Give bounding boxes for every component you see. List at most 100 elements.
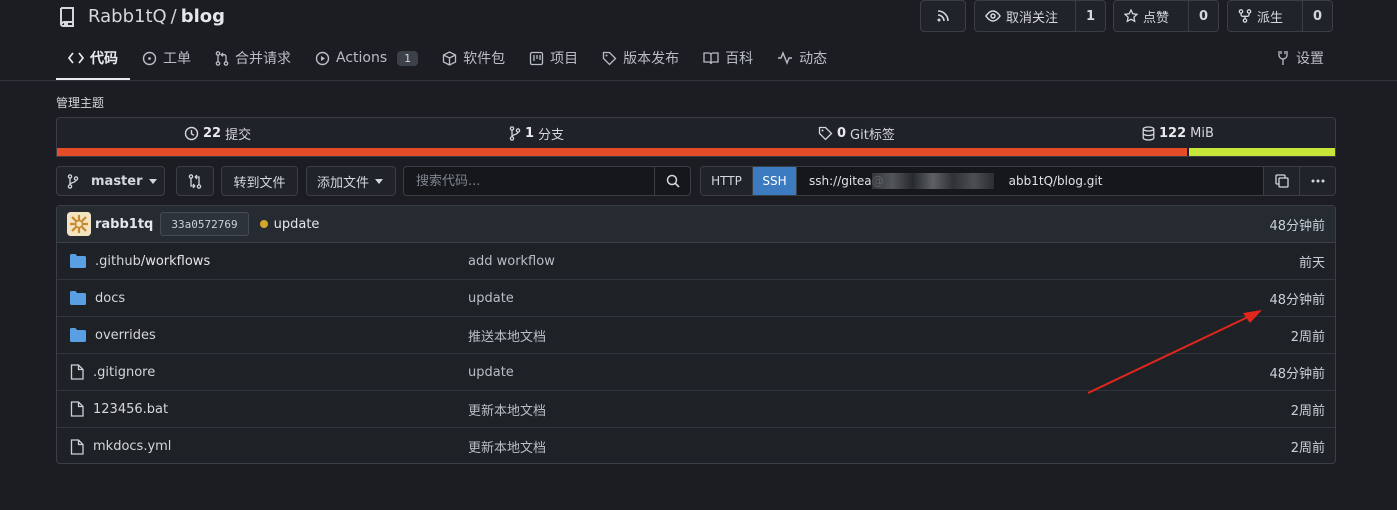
clone-url-field[interactable]: ssh://gitea@ abb1tQ/blog.git xyxy=(797,167,1263,195)
file-name-link[interactable]: .gitignore xyxy=(93,365,155,380)
file-name-link[interactable]: mkdocs.yml xyxy=(93,439,171,454)
fork-label: 派生 xyxy=(1257,10,1284,26)
file-commit-message[interactable]: update xyxy=(468,291,514,306)
tab-issues[interactable]: 工单 xyxy=(130,38,203,78)
kebab-horizontal-icon xyxy=(1311,179,1325,183)
search-input[interactable] xyxy=(404,167,654,195)
compare-button[interactable] xyxy=(176,166,214,196)
file-row[interactable]: .gitignore update 48分钟前 xyxy=(57,354,1335,391)
tab-label: 动态 xyxy=(799,51,828,67)
package-icon xyxy=(442,50,457,66)
commit-sha-button[interactable]: 33a0572769 xyxy=(160,212,249,236)
code-search xyxy=(403,166,691,196)
tab-wiki[interactable]: 百科 xyxy=(691,38,765,78)
file-commit-message[interactable]: 推送本地文档 xyxy=(468,326,546,345)
repo-icon xyxy=(58,5,78,27)
file-table: rabb1tq 33a0572769 update 48分钟前 .github/… xyxy=(56,205,1336,464)
file-row[interactable]: .github/workflows add workflow 前天 xyxy=(57,243,1335,280)
folder-icon xyxy=(70,254,86,268)
copy-url-button[interactable] xyxy=(1263,167,1299,195)
clone-url-suffix: abb1tQ/blog.git xyxy=(1008,174,1103,188)
tab-label: 版本发布 xyxy=(623,51,680,67)
redacted-host xyxy=(872,173,994,189)
repo-owner-link[interactable]: Rabb1tQ xyxy=(88,6,167,27)
unwatch-button[interactable]: 取消关注 1 xyxy=(974,0,1106,32)
tab-projects[interactable]: 项目 xyxy=(517,38,590,78)
more-options-button[interactable] xyxy=(1299,167,1335,195)
file-commit-time: 2周前 xyxy=(1290,403,1325,419)
size-value: 122 xyxy=(1159,126,1187,141)
language-segment-primary[interactable] xyxy=(57,148,1188,156)
language-bar[interactable] xyxy=(57,148,1335,156)
tab-packages[interactable]: 软件包 xyxy=(430,38,517,78)
pull-request-icon xyxy=(215,50,229,66)
repo-header: Rabb1tQ / blog 取消关注 1 点赞 0 派生 0 代码 工单 合并… xyxy=(0,0,1397,81)
file-commit-message[interactable]: 更新本地文档 xyxy=(468,437,546,456)
ssh-tab[interactable]: SSH xyxy=(753,167,797,195)
book-icon xyxy=(703,51,719,65)
tags-stat[interactable]: 0 Git标签 xyxy=(818,118,895,149)
tag-icon xyxy=(818,126,833,141)
tab-releases[interactable]: 版本发布 xyxy=(590,38,691,78)
tab-label: 合并请求 xyxy=(235,51,291,67)
repo-name-link[interactable]: blog xyxy=(181,6,225,27)
file-commit-time: 前天 xyxy=(1298,255,1325,271)
watch-count[interactable]: 1 xyxy=(1075,1,1105,31)
clone-url-panel: HTTP SSH ssh://gitea@ abb1tQ/blog.git xyxy=(700,166,1336,196)
branches-label: 分支 xyxy=(538,128,565,143)
commit-status-icon[interactable] xyxy=(259,220,268,228)
file-commit-message[interactable]: add workflow xyxy=(468,254,555,269)
rss-icon xyxy=(936,9,950,23)
search-button[interactable] xyxy=(654,167,690,195)
file-row[interactable]: docs update 48分钟前 xyxy=(57,280,1335,317)
manage-topics-link[interactable]: 管理主题 xyxy=(56,94,104,111)
tab-label: 百科 xyxy=(725,51,754,67)
goto-file-button[interactable]: 转到文件 xyxy=(221,166,298,196)
tab-pull-requests[interactable]: 合并请求 xyxy=(203,38,303,78)
commit-author[interactable]: rabb1tq xyxy=(95,217,153,232)
star-count[interactable]: 0 xyxy=(1188,1,1218,31)
file-name-link[interactable]: overrides xyxy=(95,328,156,343)
tab-settings[interactable]: 设置 xyxy=(1276,38,1324,78)
tab-code[interactable]: 代码 xyxy=(56,38,130,80)
actions-icon xyxy=(315,51,330,66)
tab-label: 工单 xyxy=(163,51,191,67)
file-name-link[interactable]: docs xyxy=(95,291,125,306)
file-row[interactable]: 123456.bat 更新本地文档 2周前 xyxy=(57,391,1335,428)
file-commit-message[interactable]: update xyxy=(468,365,514,380)
commits-stat[interactable]: 22 提交 xyxy=(184,118,251,149)
size-stat: 122 MiB xyxy=(1142,118,1214,149)
pulse-icon xyxy=(777,51,793,65)
repo-title: Rabb1tQ / blog xyxy=(58,5,225,27)
file-row[interactable]: overrides 推送本地文档 2周前 xyxy=(57,317,1335,354)
commit-time: 48分钟前 xyxy=(1269,218,1325,234)
copy-icon xyxy=(1274,174,1289,188)
file-commit-time: 48分钟前 xyxy=(1269,292,1325,308)
star-button[interactable]: 点赞 0 xyxy=(1113,0,1219,32)
branch-selector[interactable]: master xyxy=(56,166,165,196)
tags-label: Git标签 xyxy=(850,128,895,143)
fork-icon xyxy=(1238,9,1252,23)
folder-icon xyxy=(70,328,86,342)
commit-message[interactable]: update xyxy=(274,217,320,232)
rss-button[interactable] xyxy=(920,0,966,32)
tab-actions[interactable]: Actions 1 xyxy=(303,38,430,78)
tab-activity[interactable]: 动态 xyxy=(765,38,839,78)
add-file-dropdown[interactable]: 添加文件 xyxy=(306,166,396,196)
file-name-link[interactable]: .github/workflows xyxy=(95,254,210,269)
avatar[interactable] xyxy=(67,212,91,236)
tab-label: 代码 xyxy=(90,51,118,67)
file-name-link[interactable]: 123456.bat xyxy=(93,402,168,417)
search-icon xyxy=(666,174,680,188)
database-icon xyxy=(1142,126,1155,141)
language-segment-secondary[interactable] xyxy=(1187,148,1335,156)
file-commit-message[interactable]: 更新本地文档 xyxy=(468,400,546,419)
file-commit-time: 2周前 xyxy=(1290,441,1325,456)
branches-stat[interactable]: 1 分支 xyxy=(509,118,564,149)
file-commit-time: 2周前 xyxy=(1290,329,1325,345)
fork-count[interactable]: 0 xyxy=(1302,1,1332,31)
fork-button[interactable]: 派生 0 xyxy=(1227,0,1333,32)
repo-tabs: 代码 工单 合并请求 Actions 1 软件包 项目 版本发布 百科 动态 xyxy=(56,38,839,80)
http-tab[interactable]: HTTP xyxy=(701,167,753,195)
file-row[interactable]: mkdocs.yml 更新本地文档 2周前 xyxy=(57,428,1335,463)
